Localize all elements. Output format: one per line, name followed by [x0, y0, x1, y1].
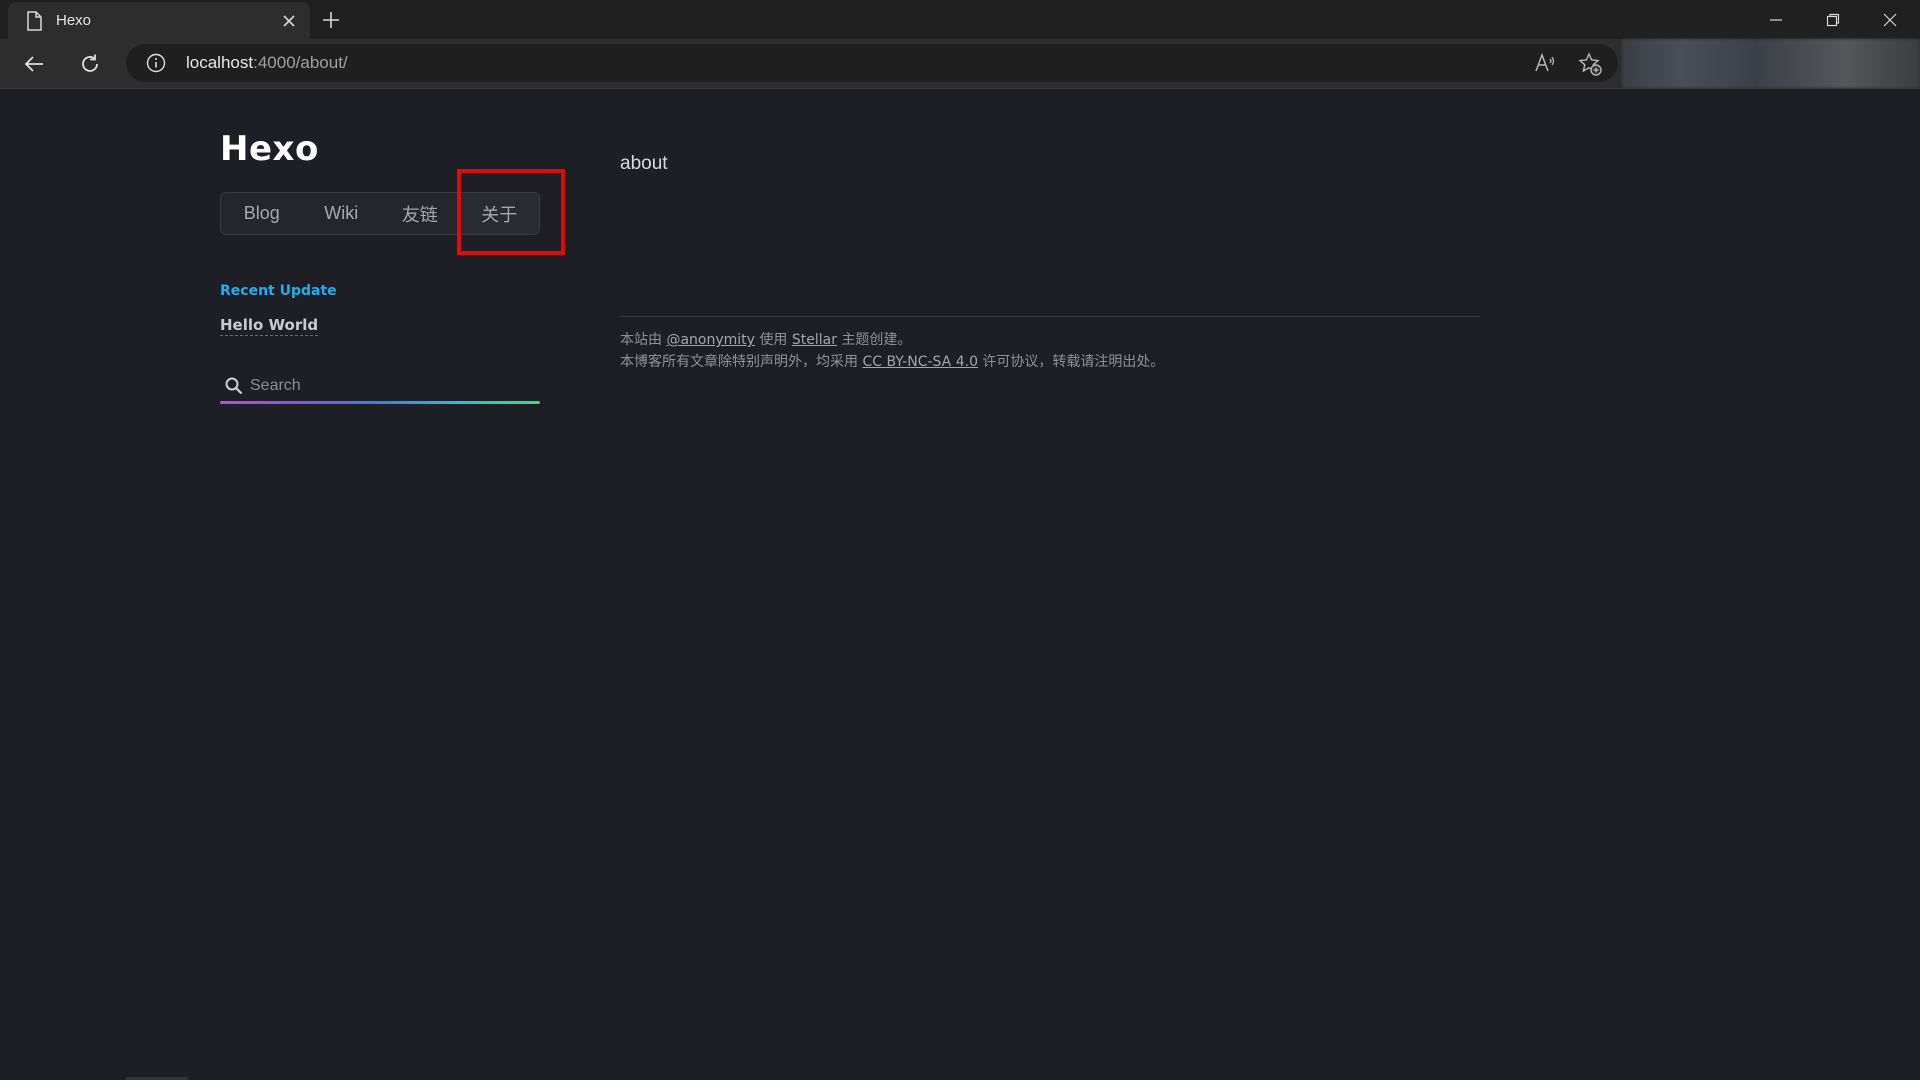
address-bar[interactable]: localhost:4000/about/	[126, 44, 1618, 82]
page-icon	[27, 11, 42, 31]
footer-text: 本站由	[620, 332, 667, 348]
read-aloud-icon[interactable]	[1534, 52, 1556, 74]
nav-item-blog[interactable]: Blog	[221, 193, 302, 234]
page-content: Hexo Blog Wiki 友链 关于 Recent Update Hello…	[0, 89, 1920, 1080]
browser-titlebar: Hexo	[0, 0, 1920, 39]
reload-icon	[82, 54, 98, 72]
back-arrow-icon	[24, 56, 43, 72]
minimize-button[interactable]	[1748, 0, 1804, 39]
info-icon[interactable]	[146, 53, 166, 73]
article-title: about	[620, 153, 668, 174]
browser-toolbar: localhost:4000/about/	[0, 39, 1920, 88]
nav-item-wiki[interactable]: Wiki	[302, 193, 380, 234]
site-title[interactable]: Hexo	[220, 129, 319, 169]
highlight-annotation-box	[457, 169, 565, 255]
close-icon	[1883, 13, 1897, 26]
reload-button[interactable]	[74, 48, 106, 80]
footer-text: 使用	[754, 332, 792, 348]
footer-license-line: 本博客所有文章除特别声明外，均采用 CC BY-NC-SA 4.0 许可协议，转…	[620, 351, 1164, 371]
footer-text: 主题创建。	[836, 332, 912, 348]
theme-link[interactable]: Stellar	[792, 332, 837, 348]
tab-title: Hexo	[56, 12, 92, 29]
profile-area[interactable]	[1622, 39, 1920, 88]
recent-update-heading: Recent Update	[220, 283, 337, 299]
add-favorite-icon[interactable]	[1578, 52, 1602, 76]
footer-text: 许可协议，转载请注明出处。	[977, 354, 1165, 370]
footer-credit-line: 本站由 @anonymity 使用 Stellar 主题创建。	[620, 329, 911, 349]
license-link[interactable]: CC BY-NC-SA 4.0	[862, 354, 978, 370]
back-button[interactable]	[18, 48, 50, 80]
search-input[interactable]	[248, 372, 538, 400]
window-close-button[interactable]	[1862, 0, 1918, 39]
restore-button[interactable]	[1805, 0, 1861, 39]
nav-item-friends[interactable]: 友链	[380, 193, 460, 234]
recent-post-link[interactable]: Hello World	[220, 316, 319, 336]
url-host: localhost	[186, 53, 254, 72]
author-link[interactable]: @anonymity	[666, 332, 754, 348]
browser-tab[interactable]: Hexo	[8, 2, 310, 39]
minimize-icon	[1770, 18, 1782, 21]
new-tab-icon[interactable]	[320, 9, 342, 31]
url-text[interactable]: localhost:4000/about/	[186, 53, 348, 73]
footer-text: 本博客所有文章除特别声明外，均采用	[620, 354, 863, 370]
footer-divider	[620, 316, 1480, 317]
close-icon[interactable]	[280, 12, 298, 30]
search-underline	[220, 401, 540, 404]
restore-icon	[1826, 13, 1840, 26]
url-path: :4000/about/	[253, 53, 348, 72]
search-box	[220, 370, 540, 404]
search-icon	[225, 377, 243, 395]
